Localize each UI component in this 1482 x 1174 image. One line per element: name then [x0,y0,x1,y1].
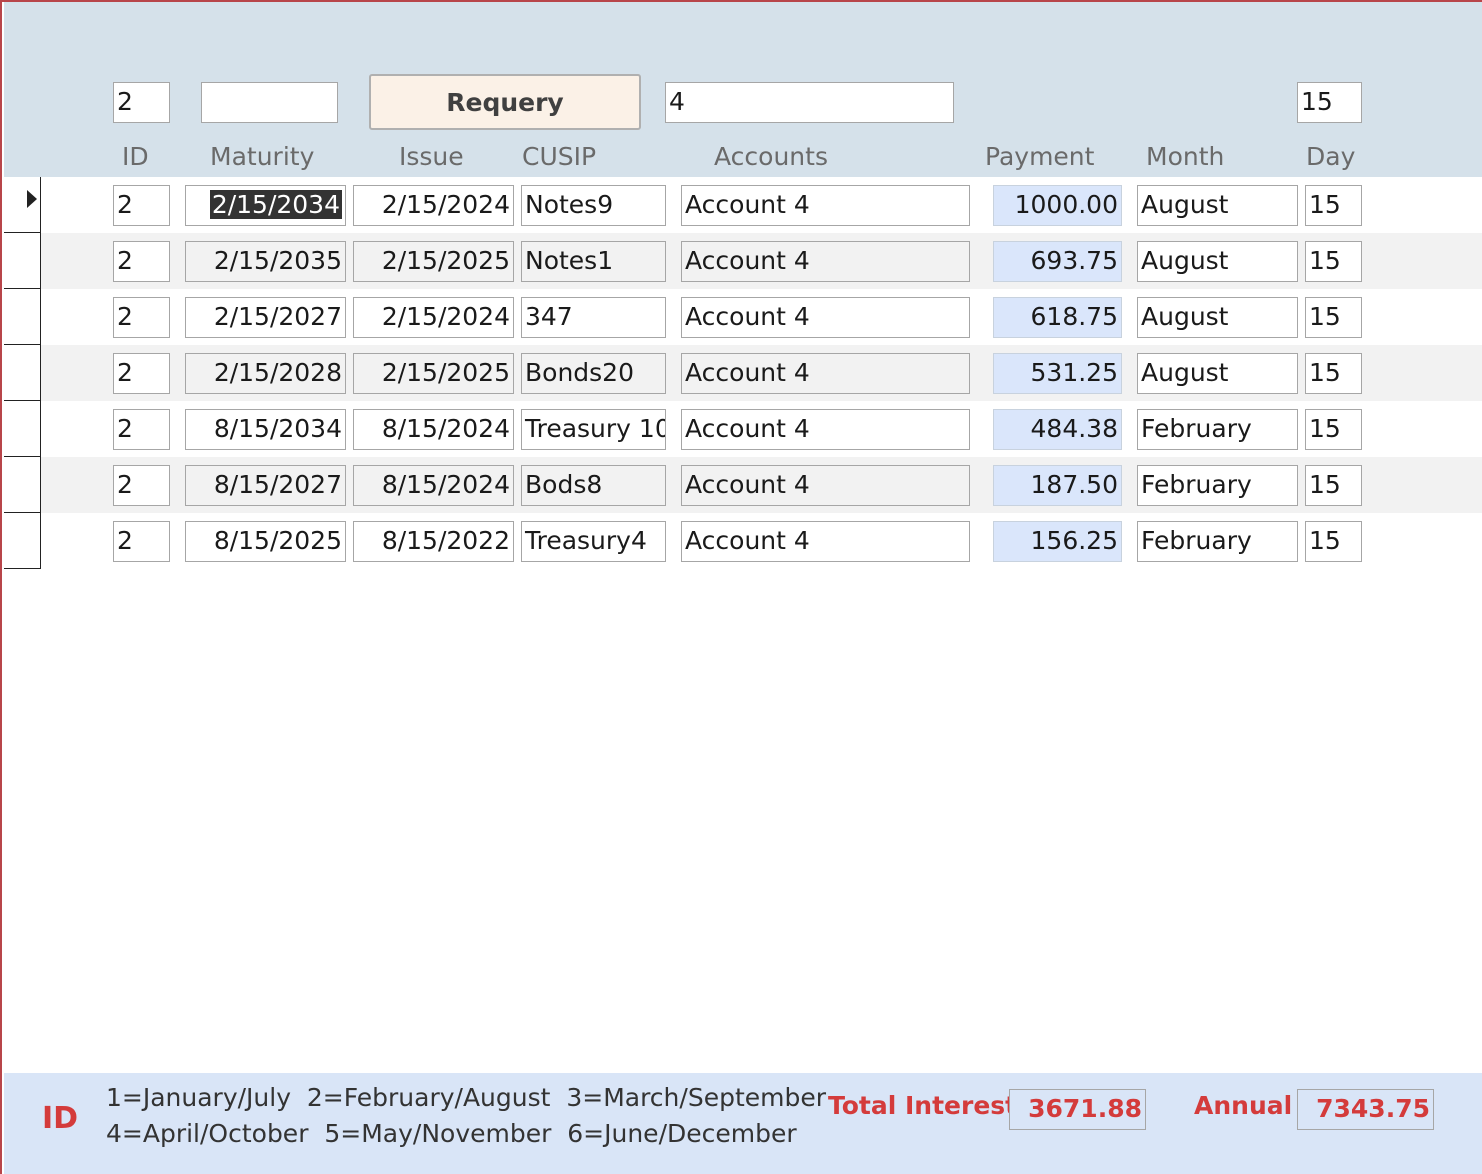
column-header-cusip: CUSIP [522,142,597,171]
id-legend-title: ID [42,1101,79,1136]
table-row: 2 8/15/2027 8/15/2024 Bods8 Account 4 18… [4,457,1482,513]
column-header-day: Day [1306,142,1356,171]
column-header-accounts: Accounts [714,142,828,171]
annual-label: Annual [1194,1091,1293,1120]
record-selector[interactable] [4,401,41,457]
form-header: 2 Requery 4 15 ID Maturity Issue CUSIP A… [4,2,1482,177]
id-cell[interactable]: 2 [113,353,170,394]
maturity-cell[interactable]: 8/15/2027 [185,465,346,506]
issue-cell[interactable]: 2/15/2025 [353,353,514,394]
cusip-cell[interactable]: Notes1 [521,241,666,282]
month-cell[interactable]: February [1137,521,1298,562]
id-legend-line-1: 1=January/July 2=February/August 3=March… [106,1083,827,1112]
id-cell[interactable]: 2 [113,409,170,450]
maturity-cell[interactable]: 2/15/2028 [185,353,346,394]
issue-cell[interactable]: 8/15/2022 [353,521,514,562]
cusip-cell[interactable]: Treasury4 [521,521,666,562]
cusip-cell[interactable]: Bods8 [521,465,666,506]
day-cell[interactable]: 15 [1305,353,1362,394]
id-cell[interactable]: 2 [113,465,170,506]
column-header-month: Month [1146,142,1225,171]
column-header-payment: Payment [985,142,1095,171]
maturity-cell[interactable]: 2/15/2035 [185,241,346,282]
issue-cell[interactable]: 2/15/2025 [353,241,514,282]
account-cell[interactable]: Account 4 [681,297,970,338]
record-selector[interactable] [4,289,41,345]
payment-cell[interactable]: 484.38 [993,409,1122,450]
maturity-cell[interactable]: 8/15/2025 [185,521,346,562]
issue-cell[interactable]: 8/15/2024 [353,409,514,450]
window-left-border [0,0,2,1174]
table-row: 2 2/15/2034 2/15/2024 Notes9 Account 4 1… [4,177,1482,233]
table-row: 2 2/15/2035 2/15/2025 Notes1 Account 4 6… [4,233,1482,289]
month-cell[interactable]: August [1137,185,1298,226]
total-interest-value: 3671.88 [1009,1089,1146,1130]
payment-cell[interactable]: 531.25 [993,353,1122,394]
account-cell[interactable]: Account 4 [681,521,970,562]
maturity-cell[interactable]: 8/15/2034 [185,409,346,450]
maturity-filter-input[interactable] [201,82,338,123]
table-row: 2 2/15/2028 2/15/2025 Bonds20 Account 4 … [4,345,1482,401]
account-cell[interactable]: Account 4 [681,241,970,282]
column-header-issue: Issue [399,142,464,171]
issue-cell[interactable]: 2/15/2024 [353,297,514,338]
record-selector[interactable] [4,457,41,513]
payment-cell[interactable]: 1000.00 [993,185,1122,226]
month-cell[interactable]: February [1137,409,1298,450]
day-cell[interactable]: 15 [1305,465,1362,506]
month-cell[interactable]: February [1137,465,1298,506]
annual-value: 7343.75 [1297,1089,1434,1130]
month-cell[interactable]: August [1137,241,1298,282]
table-row: 2 8/15/2034 8/15/2024 Treasury 10( Accou… [4,401,1482,457]
day-filter-input[interactable]: 15 [1297,82,1362,123]
form-footer: ID 1=January/July 2=February/August 3=Ma… [4,1073,1482,1174]
cusip-cell[interactable]: Bonds20 [521,353,666,394]
payment-cell[interactable]: 156.25 [993,521,1122,562]
day-cell[interactable]: 15 [1305,409,1362,450]
record-selector[interactable] [4,233,41,289]
id-cell[interactable]: 2 [113,297,170,338]
maturity-cell[interactable]: 2/15/2027 [185,297,346,338]
record-selector[interactable] [4,345,41,401]
id-cell[interactable]: 2 [113,185,170,226]
table-row: 2 2/15/2027 2/15/2024 347 Account 4 618.… [4,289,1482,345]
day-cell[interactable]: 15 [1305,241,1362,282]
month-cell[interactable]: August [1137,297,1298,338]
payment-cell[interactable]: 187.50 [993,465,1122,506]
payment-cell[interactable]: 618.75 [993,297,1122,338]
record-selector[interactable] [4,177,41,233]
total-interest-label: Total Interest [828,1091,1018,1120]
account-cell[interactable]: Account 4 [681,409,970,450]
selected-text: 2/15/2034 [209,190,342,219]
requery-button[interactable]: Requery [369,74,641,130]
day-cell[interactable]: 15 [1305,185,1362,226]
month-cell[interactable]: August [1137,353,1298,394]
issue-cell[interactable]: 2/15/2024 [353,185,514,226]
column-header-id: ID [122,142,149,171]
cusip-cell[interactable]: 347 [521,297,666,338]
id-legend-line-2: 4=April/October 5=May/November 6=June/De… [106,1119,797,1148]
account-filter-input[interactable]: 4 [665,82,954,123]
maturity-cell[interactable]: 2/15/2034 [185,185,346,226]
id-cell[interactable]: 2 [113,521,170,562]
id-filter-input[interactable]: 2 [113,82,170,123]
account-cell[interactable]: Account 4 [681,353,970,394]
cusip-cell[interactable]: Treasury 10( [521,409,666,450]
record-selector-arrow-icon [27,190,37,208]
record-selector[interactable] [4,513,41,569]
issue-cell[interactable]: 8/15/2024 [353,465,514,506]
payment-cell[interactable]: 693.75 [993,241,1122,282]
day-cell[interactable]: 15 [1305,297,1362,338]
day-cell[interactable]: 15 [1305,521,1362,562]
column-header-maturity: Maturity [210,142,315,171]
cusip-cell[interactable]: Notes9 [521,185,666,226]
account-cell[interactable]: Account 4 [681,185,970,226]
account-cell[interactable]: Account 4 [681,465,970,506]
table-row: 2 8/15/2025 8/15/2022 Treasury4 Account … [4,513,1482,569]
id-cell[interactable]: 2 [113,241,170,282]
